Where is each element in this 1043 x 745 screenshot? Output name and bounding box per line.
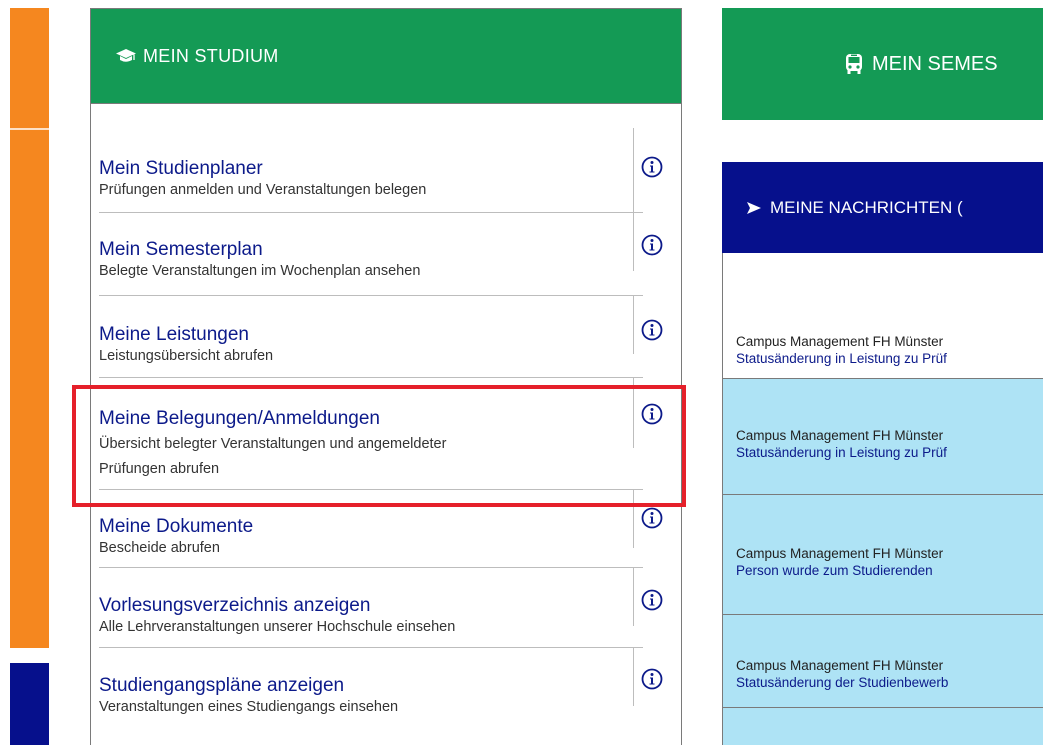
info-circle-icon[interactable] xyxy=(641,156,663,178)
menu-item-title[interactable]: Meine Dokumente xyxy=(99,516,643,538)
message-separator xyxy=(723,494,1043,495)
messages-panel-title: MEINE NACHRICHTEN ( xyxy=(770,197,963,217)
menu-item-title[interactable]: Meine Leistungen xyxy=(99,324,643,346)
message-sender: Campus Management FH Münster xyxy=(736,428,944,443)
study-panel-header: MEIN STUDIUM xyxy=(91,8,681,104)
info-circle-icon[interactable] xyxy=(641,319,663,341)
message-item[interactable]: Campus Management FH Münster Statusänder… xyxy=(736,333,1043,367)
message-separator xyxy=(723,614,1043,615)
menu-item-studienplaner[interactable]: Mein Studienplaner Prüfungen anmelden un… xyxy=(99,128,663,214)
left-blue-tile[interactable] xyxy=(10,663,49,745)
menu-item-vorlesungsverzeichnis[interactable]: Vorlesungsverzeichnis anzeigen Alle Lehr… xyxy=(99,568,663,648)
menu-item-title[interactable]: Studiengangspläne anzeigen xyxy=(99,675,643,697)
message-subject[interactable]: Statusänderung der Studienbewerb xyxy=(736,674,1043,691)
highlight-box xyxy=(72,385,686,507)
semester-panel-title: MEIN SEMES xyxy=(872,52,998,75)
messages-list: Campus Management FH Münster Statusänder… xyxy=(722,253,1043,745)
item-divider xyxy=(633,296,634,354)
menu-item-description: Bescheide abrufen xyxy=(99,540,220,556)
item-divider xyxy=(633,213,634,271)
tile-divider xyxy=(10,128,49,130)
item-divider xyxy=(633,648,634,706)
message-subject[interactable]: Person wurde zum Studierenden xyxy=(736,562,1043,579)
menu-item-title[interactable]: Mein Semesterplan xyxy=(99,239,643,261)
message-item[interactable]: Campus Management FH Münster Statusänder… xyxy=(736,657,1043,691)
menu-item-description: Prüfungen anmelden und Veranstaltungen b… xyxy=(99,182,427,198)
menu-item-description: Belegte Veranstaltungen im Wochenplan an… xyxy=(99,263,421,279)
message-item[interactable]: Campus Management FH Münster Statusänder… xyxy=(736,427,1043,461)
message-item[interactable]: Campus Management FH Münster Person wurd… xyxy=(736,545,1043,579)
info-circle-icon[interactable] xyxy=(641,589,663,611)
menu-item-description: Alle Lehrveranstaltungen unserer Hochsch… xyxy=(99,619,456,635)
menu-item-studiengangsplaene[interactable]: Studiengangspläne anzeigen Veranstaltung… xyxy=(99,648,663,723)
info-circle-icon[interactable] xyxy=(641,507,663,529)
message-sender: Campus Management FH Münster xyxy=(736,658,944,673)
info-circle-icon[interactable] xyxy=(641,668,663,690)
menu-item-title[interactable]: Vorlesungsverzeichnis anzeigen xyxy=(99,595,643,617)
graduation-cap-icon xyxy=(115,48,137,64)
study-panel-title: MEIN STUDIUM xyxy=(143,45,279,66)
messages-panel: MEINE NACHRICHTEN ( Campus Management FH… xyxy=(722,162,1043,745)
menu-item-title[interactable]: Mein Studienplaner xyxy=(99,158,643,180)
semester-panel-header: MEIN SEMES xyxy=(722,8,1043,120)
bus-icon xyxy=(844,53,864,75)
menu-item-leistungen[interactable]: Meine Leistungen Leistungsübersicht abru… xyxy=(99,296,663,378)
menu-item-description: Leistungsübersicht abrufen xyxy=(99,348,274,364)
item-divider xyxy=(633,128,634,214)
message-subject[interactable]: Statusänderung in Leistung zu Prüf xyxy=(736,444,1043,461)
message-sender: Campus Management FH Münster xyxy=(736,334,944,349)
study-panel: MEIN STUDIUM Mein Studienplaner Prüfunge… xyxy=(90,8,682,745)
messages-panel-header: MEINE NACHRICHTEN ( xyxy=(722,162,1043,253)
item-divider xyxy=(633,568,634,626)
menu-item-description: Veranstaltungen eines Studiengangs einse… xyxy=(99,699,399,715)
message-separator xyxy=(723,707,1043,708)
info-circle-icon[interactable] xyxy=(641,234,663,256)
message-subject[interactable]: Statusänderung in Leistung zu Prüf xyxy=(736,350,1043,367)
menu-item-semesterplan[interactable]: Mein Semesterplan Belegte Veranstaltunge… xyxy=(99,213,663,296)
paper-plane-icon xyxy=(746,201,762,215)
left-orange-tile[interactable] xyxy=(10,8,49,648)
message-sender: Campus Management FH Münster xyxy=(736,546,944,561)
